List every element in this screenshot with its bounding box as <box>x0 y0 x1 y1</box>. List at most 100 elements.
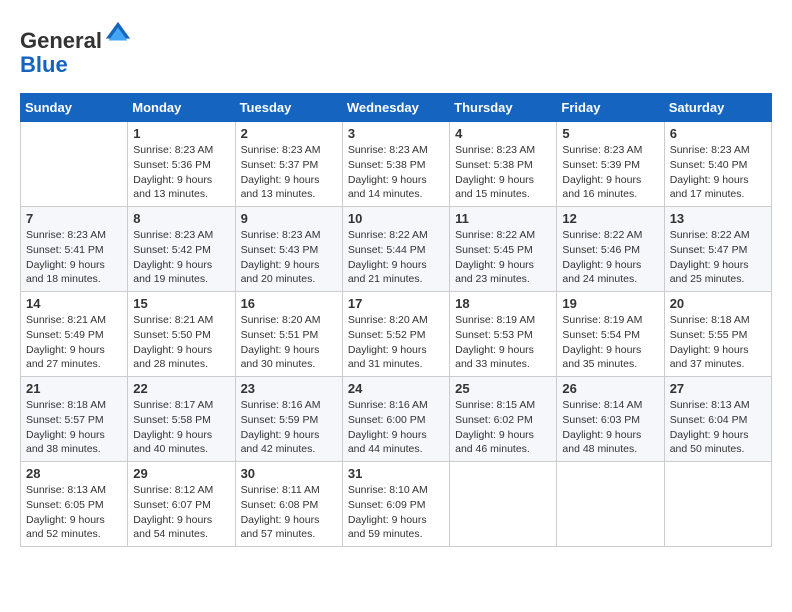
calendar-cell: 24 Sunrise: 8:16 AM Sunset: 6:00 PM Dayli… <box>342 377 449 462</box>
calendar-cell: 20 Sunrise: 8:18 AM Sunset: 5:55 PM Dayli… <box>664 292 771 377</box>
day-header-wednesday: Wednesday <box>342 94 449 122</box>
day-number: 5 <box>562 126 658 141</box>
day-info: Sunrise: 8:23 AM Sunset: 5:43 PM Dayligh… <box>241 228 337 287</box>
day-number: 6 <box>670 126 766 141</box>
day-number: 22 <box>133 381 229 396</box>
calendar-cell: 22 Sunrise: 8:17 AM Sunset: 5:58 PM Dayli… <box>128 377 235 462</box>
day-info: Sunrise: 8:17 AM Sunset: 5:58 PM Dayligh… <box>133 398 229 457</box>
day-header-tuesday: Tuesday <box>235 94 342 122</box>
day-info: Sunrise: 8:22 AM Sunset: 5:46 PM Dayligh… <box>562 228 658 287</box>
day-number: 13 <box>670 211 766 226</box>
calendar-cell <box>664 462 771 547</box>
day-info: Sunrise: 8:20 AM Sunset: 5:51 PM Dayligh… <box>241 313 337 372</box>
day-info: Sunrise: 8:23 AM Sunset: 5:37 PM Dayligh… <box>241 143 337 202</box>
calendar-week-row: 21 Sunrise: 8:18 AM Sunset: 5:57 PM Dayli… <box>21 377 772 462</box>
day-info: Sunrise: 8:10 AM Sunset: 6:09 PM Dayligh… <box>348 483 444 542</box>
logo: GeneralBlue <box>20 20 136 77</box>
day-info: Sunrise: 8:19 AM Sunset: 5:53 PM Dayligh… <box>455 313 551 372</box>
day-info: Sunrise: 8:22 AM Sunset: 5:45 PM Dayligh… <box>455 228 551 287</box>
calendar-cell: 10Sunrise: 8:22 AM Sunset: 5:44 PM Dayli… <box>342 207 449 292</box>
day-info: Sunrise: 8:23 AM Sunset: 5:39 PM Dayligh… <box>562 143 658 202</box>
day-info: Sunrise: 8:15 AM Sunset: 6:02 PM Dayligh… <box>455 398 551 457</box>
day-number: 3 <box>348 126 444 141</box>
day-number: 24 <box>348 381 444 396</box>
day-info: Sunrise: 8:23 AM Sunset: 5:41 PM Dayligh… <box>26 228 122 287</box>
calendar-cell: 28Sunrise: 8:13 AM Sunset: 6:05 PM Dayli… <box>21 462 128 547</box>
calendar-cell: 9 Sunrise: 8:23 AM Sunset: 5:43 PM Daylig… <box>235 207 342 292</box>
calendar-cell <box>21 122 128 207</box>
day-number: 11 <box>455 211 551 226</box>
day-info: Sunrise: 8:19 AM Sunset: 5:54 PM Dayligh… <box>562 313 658 372</box>
day-info: Sunrise: 8:13 AM Sunset: 6:05 PM Dayligh… <box>26 483 122 542</box>
day-number: 19 <box>562 296 658 311</box>
day-number: 27 <box>670 381 766 396</box>
logo-general: General <box>20 28 102 53</box>
day-info: Sunrise: 8:23 AM Sunset: 5:38 PM Dayligh… <box>348 143 444 202</box>
day-number: 1 <box>133 126 229 141</box>
calendar-week-row: 14Sunrise: 8:21 AM Sunset: 5:49 PM Dayli… <box>21 292 772 377</box>
day-number: 20 <box>670 296 766 311</box>
day-number: 12 <box>562 211 658 226</box>
calendar-week-row: 1 Sunrise: 8:23 AM Sunset: 5:36 PM Daylig… <box>21 122 772 207</box>
day-number: 7 <box>26 211 122 226</box>
calendar-cell: 21 Sunrise: 8:18 AM Sunset: 5:57 PM Dayli… <box>21 377 128 462</box>
calendar-cell: 12 Sunrise: 8:22 AM Sunset: 5:46 PM Dayli… <box>557 207 664 292</box>
day-info: Sunrise: 8:14 AM Sunset: 6:03 PM Dayligh… <box>562 398 658 457</box>
calendar-cell: 19 Sunrise: 8:19 AM Sunset: 5:54 PM Dayli… <box>557 292 664 377</box>
calendar-cell: 18 Sunrise: 8:19 AM Sunset: 5:53 PM Dayli… <box>450 292 557 377</box>
day-number: 21 <box>26 381 122 396</box>
calendar-cell: 14Sunrise: 8:21 AM Sunset: 5:49 PM Dayli… <box>21 292 128 377</box>
calendar-cell: 6 Sunrise: 8:23 AM Sunset: 5:40 PM Daylig… <box>664 122 771 207</box>
day-info: Sunrise: 8:23 AM Sunset: 5:38 PM Dayligh… <box>455 143 551 202</box>
day-number: 17 <box>348 296 444 311</box>
calendar-cell: 8Sunrise: 8:23 AM Sunset: 5:42 PM Daylig… <box>128 207 235 292</box>
day-header-monday: Monday <box>128 94 235 122</box>
day-info: Sunrise: 8:16 AM Sunset: 6:00 PM Dayligh… <box>348 398 444 457</box>
day-number: 29 <box>133 466 229 481</box>
day-number: 15 <box>133 296 229 311</box>
calendar-cell: 26 Sunrise: 8:14 AM Sunset: 6:03 PM Dayli… <box>557 377 664 462</box>
calendar-cell: 23 Sunrise: 8:16 AM Sunset: 5:59 PM Dayli… <box>235 377 342 462</box>
day-number: 31 <box>348 466 444 481</box>
page-header: GeneralBlue <box>20 20 772 77</box>
calendar-cell <box>557 462 664 547</box>
day-info: Sunrise: 8:23 AM Sunset: 5:42 PM Dayligh… <box>133 228 229 287</box>
day-number: 18 <box>455 296 551 311</box>
day-info: Sunrise: 8:12 AM Sunset: 6:07 PM Dayligh… <box>133 483 229 542</box>
calendar-cell: 11 Sunrise: 8:22 AM Sunset: 5:45 PM Dayli… <box>450 207 557 292</box>
calendar-cell: 2 Sunrise: 8:23 AM Sunset: 5:37 PM Daylig… <box>235 122 342 207</box>
calendar-cell: 31 Sunrise: 8:10 AM Sunset: 6:09 PM Dayli… <box>342 462 449 547</box>
logo-blue: Blue <box>20 52 68 77</box>
day-info: Sunrise: 8:22 AM Sunset: 5:47 PM Dayligh… <box>670 228 766 287</box>
calendar-cell: 5 Sunrise: 8:23 AM Sunset: 5:39 PM Daylig… <box>557 122 664 207</box>
calendar-header-row: SundayMondayTuesdayWednesdayThursdayFrid… <box>21 94 772 122</box>
day-header-friday: Friday <box>557 94 664 122</box>
calendar-week-row: 28Sunrise: 8:13 AM Sunset: 6:05 PM Dayli… <box>21 462 772 547</box>
calendar-cell: 29 Sunrise: 8:12 AM Sunset: 6:07 PM Dayli… <box>128 462 235 547</box>
calendar-table: SundayMondayTuesdayWednesdayThursdayFrid… <box>20 93 772 547</box>
day-number: 26 <box>562 381 658 396</box>
calendar-cell: 16 Sunrise: 8:20 AM Sunset: 5:51 PM Dayli… <box>235 292 342 377</box>
logo-icon <box>104 20 132 48</box>
day-info: Sunrise: 8:23 AM Sunset: 5:36 PM Dayligh… <box>133 143 229 202</box>
calendar-week-row: 7 Sunrise: 8:23 AM Sunset: 5:41 PM Daylig… <box>21 207 772 292</box>
day-header-saturday: Saturday <box>664 94 771 122</box>
day-number: 16 <box>241 296 337 311</box>
calendar-cell: 13 Sunrise: 8:22 AM Sunset: 5:47 PM Dayli… <box>664 207 771 292</box>
day-info: Sunrise: 8:18 AM Sunset: 5:55 PM Dayligh… <box>670 313 766 372</box>
calendar-cell: 1 Sunrise: 8:23 AM Sunset: 5:36 PM Daylig… <box>128 122 235 207</box>
day-number: 2 <box>241 126 337 141</box>
day-number: 30 <box>241 466 337 481</box>
calendar-cell: 25Sunrise: 8:15 AM Sunset: 6:02 PM Dayli… <box>450 377 557 462</box>
calendar-cell: 15Sunrise: 8:21 AM Sunset: 5:50 PM Dayli… <box>128 292 235 377</box>
day-info: Sunrise: 8:23 AM Sunset: 5:40 PM Dayligh… <box>670 143 766 202</box>
calendar-cell: 30Sunrise: 8:11 AM Sunset: 6:08 PM Dayli… <box>235 462 342 547</box>
day-info: Sunrise: 8:18 AM Sunset: 5:57 PM Dayligh… <box>26 398 122 457</box>
calendar-cell <box>450 462 557 547</box>
day-number: 23 <box>241 381 337 396</box>
calendar-cell: 4Sunrise: 8:23 AM Sunset: 5:38 PM Daylig… <box>450 122 557 207</box>
day-info: Sunrise: 8:16 AM Sunset: 5:59 PM Dayligh… <box>241 398 337 457</box>
day-number: 9 <box>241 211 337 226</box>
calendar-cell: 17Sunrise: 8:20 AM Sunset: 5:52 PM Dayli… <box>342 292 449 377</box>
calendar-cell: 7 Sunrise: 8:23 AM Sunset: 5:41 PM Daylig… <box>21 207 128 292</box>
